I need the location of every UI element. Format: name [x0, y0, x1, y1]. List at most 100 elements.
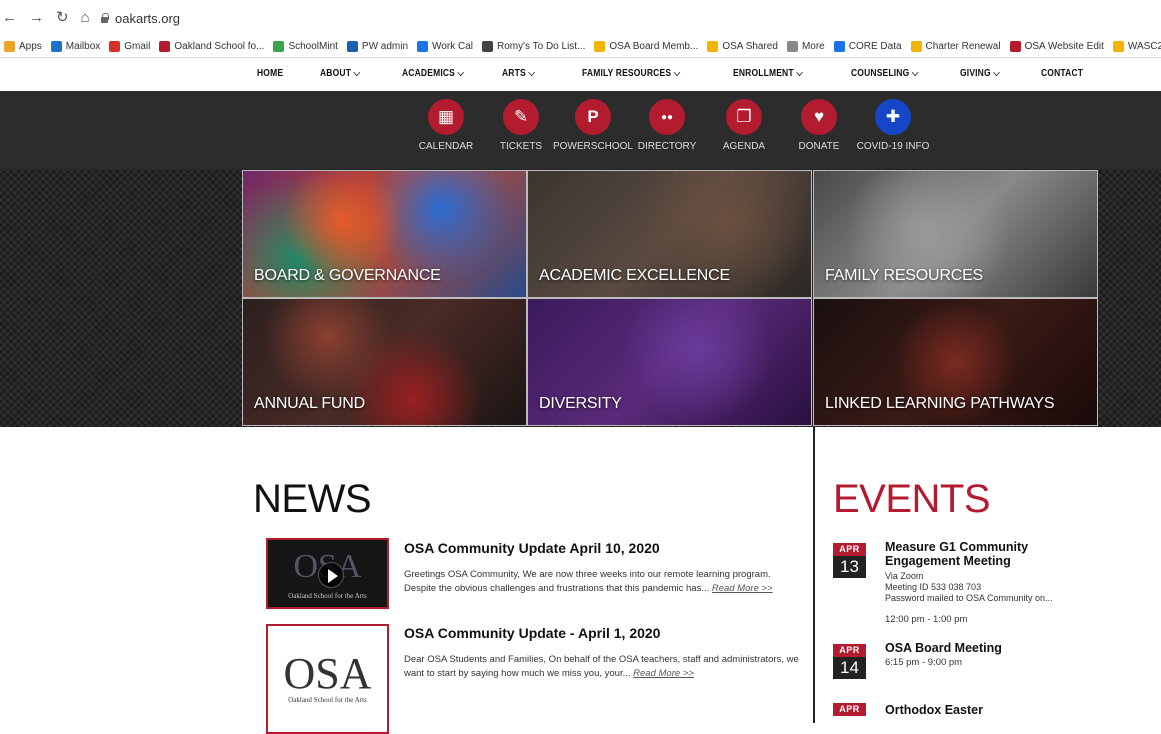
- event-time: 12:00 pm - 1:00 pm: [885, 614, 968, 625]
- tile-caption: ACADEMIC EXCELLENCE: [539, 267, 730, 284]
- nav-about[interactable]: ABOUT ⌵: [320, 68, 360, 79]
- bookmark-item[interactable]: WASC20: [1112, 41, 1161, 52]
- tile-diversity[interactable]: DIVERSITY: [527, 298, 812, 426]
- bookmark-item[interactable]: Work Cal: [417, 41, 473, 52]
- bookmarks-bar: Apps Mailbox Gmail Oakland School fo... Scho…: [0, 36, 1161, 58]
- bookmark-item[interactable]: Oakland School fo...: [159, 41, 264, 52]
- news-post-title[interactable]: OSA Community Update April 10, 2020: [404, 540, 660, 556]
- tile-academic-excellence[interactable]: ACADEMIC EXCELLENCE: [527, 170, 812, 298]
- bookmark-icon: [833, 41, 845, 52]
- event-title-line2[interactable]: Engagement Meeting: [885, 554, 1011, 568]
- bookmark-icon: [481, 41, 493, 52]
- bookmark-icon: [4, 41, 15, 52]
- url-text[interactable]: oakarts.org: [115, 11, 180, 26]
- nav-academics[interactable]: ACADEMICS ⌵: [402, 68, 464, 79]
- forward-arrow-icon[interactable]: →: [29, 6, 44, 30]
- tile-caption: DIVERSITY: [539, 395, 622, 412]
- thumb-caption: Oakland School for the Arts: [288, 696, 367, 704]
- site-navigation: HOME ABOUT ⌵ ACADEMICS ⌵ ARTS ⌵ FAMILY R…: [0, 58, 1161, 91]
- bookmark-icon: [346, 41, 358, 52]
- nav-giving[interactable]: GIVING ⌵: [960, 68, 1000, 79]
- bookmark-item[interactable]: Apps: [4, 41, 42, 52]
- thumb-caption: Oakland School for the Arts: [288, 592, 367, 600]
- tile-family-resources[interactable]: FAMILY RESOURCES: [813, 170, 1098, 298]
- events-heading: EVENTS: [833, 477, 991, 521]
- tile-caption: LINKED LEARNING PATHWAYS: [825, 395, 1055, 412]
- bookmark-icon: [594, 41, 606, 52]
- bookmark-label: PW admin: [361, 41, 409, 52]
- tile-board-governance[interactable]: BOARD & GOVERNANCE: [242, 170, 527, 298]
- tile-caption: FAMILY RESOURCES: [825, 267, 984, 284]
- bookmark-item[interactable]: Charter Renewal: [910, 41, 1001, 52]
- back-arrow-icon[interactable]: ←: [2, 6, 17, 30]
- event-title[interactable]: OSA Board Meeting: [885, 641, 1002, 655]
- quicklink-label: CALENDAR: [418, 141, 474, 152]
- nav-home[interactable]: HOME: [257, 68, 283, 79]
- event-title[interactable]: Orthodox Easter: [885, 703, 983, 717]
- news-post-title[interactable]: OSA Community Update - April 1, 2020: [404, 625, 660, 641]
- bookmark-item[interactable]: OSA Shared: [707, 41, 778, 52]
- bookmark-label: Romy's To Do List...: [496, 41, 586, 52]
- bookmark-item[interactable]: CORE Data: [833, 41, 902, 52]
- bookmark-item[interactable]: SchoolMint: [273, 41, 338, 52]
- tile-linked-learning-pathways[interactable]: LINKED LEARNING PATHWAYS: [813, 298, 1098, 426]
- bookmark-label: SchoolMint: [288, 41, 338, 52]
- quicklink-covid-info[interactable]: ✚ COVID-19 INFO: [848, 99, 938, 152]
- read-more-link[interactable]: Read More >>: [633, 668, 694, 679]
- nav-enrollment[interactable]: ENROLLMENT ⌵: [733, 68, 803, 79]
- bookmark-icon: [910, 41, 922, 52]
- heart-icon: ♥: [801, 99, 837, 135]
- address-bar[interactable]: oakarts.org: [100, 7, 180, 29]
- bookmark-label: Work Cal: [432, 41, 473, 52]
- event-detail: Via Zoom: [885, 571, 924, 581]
- quicklink-label: DONATE: [798, 141, 840, 152]
- quicklink-label: AGENDA: [722, 141, 766, 152]
- event-time: 6:15 pm - 9:00 pm: [885, 657, 963, 668]
- event-date-badge: APR 13: [833, 543, 866, 578]
- column-divider: [813, 427, 815, 723]
- bookmark-item[interactable]: Gmail: [109, 41, 150, 52]
- bookmark-item[interactable]: PW admin: [346, 41, 409, 52]
- home-icon[interactable]: ⌂: [81, 6, 90, 30]
- nav-arts[interactable]: ARTS ⌵: [502, 68, 535, 79]
- bookmark-label: Apps: [19, 41, 42, 52]
- quick-links-bar: ▦ CALENDAR ✎ TICKETS P POWERSCHOOL ●● DI…: [0, 91, 1161, 169]
- bookmark-item[interactable]: OSA Website Edit: [1009, 41, 1104, 52]
- bookmark-label: WASC20: [1127, 41, 1161, 52]
- bookmark-label: Gmail: [124, 41, 151, 52]
- bookmark-label: Oakland School fo...: [174, 41, 265, 52]
- medical-kit-icon: ✚: [875, 99, 911, 135]
- bookmark-item[interactable]: OSA Board Memb...: [594, 41, 698, 52]
- tile-caption: ANNUAL FUND: [254, 395, 365, 412]
- bookmark-item[interactable]: Romy's To Do List...: [481, 41, 586, 52]
- event-day: 13: [833, 556, 866, 578]
- bookmark-icon: [50, 41, 62, 52]
- bookmark-item[interactable]: Mailbox: [50, 41, 100, 52]
- ticket-icon: ✎: [503, 99, 539, 135]
- read-more-link[interactable]: Read More >>: [712, 583, 773, 594]
- play-icon[interactable]: [318, 562, 344, 588]
- event-month: APR: [833, 543, 866, 556]
- bookmark-item[interactable]: More: [786, 41, 825, 52]
- lock-icon: [100, 13, 109, 23]
- news-thumbnail-logo[interactable]: OSA Oakland School for the Arts: [266, 624, 389, 734]
- bookmark-icon: [417, 41, 429, 52]
- bookmark-icon: [1112, 41, 1124, 52]
- event-title[interactable]: Measure G1 Community: [885, 540, 1028, 554]
- nav-family-resources[interactable]: FAMILY RESOURCES ⌵: [582, 68, 680, 79]
- event-detail: Password mailed to OSA Community on...: [885, 593, 1053, 603]
- nav-contact[interactable]: CONTACT: [1041, 68, 1083, 79]
- bookmark-label: CORE Data: [848, 41, 902, 52]
- quicklink-label: COVID-19 INFO: [856, 141, 930, 152]
- event-detail: Meeting ID 533 038 703: [885, 582, 982, 592]
- event-month: APR: [833, 703, 866, 716]
- news-heading: NEWS: [253, 477, 372, 521]
- reload-icon[interactable]: ↻: [56, 6, 69, 30]
- news-thumbnail-video[interactable]: OSA Oakland School for the Arts: [266, 538, 389, 609]
- bookmark-label: OSA Board Memb...: [609, 41, 699, 52]
- bookmark-icon: [159, 41, 171, 52]
- news-post-excerpt: Dear OSA Students and Families, On behal…: [404, 653, 799, 681]
- tile-annual-fund[interactable]: ANNUAL FUND: [242, 298, 527, 426]
- bookmark-icon: [786, 41, 798, 52]
- nav-counseling[interactable]: COUNSELING ⌵: [851, 68, 919, 79]
